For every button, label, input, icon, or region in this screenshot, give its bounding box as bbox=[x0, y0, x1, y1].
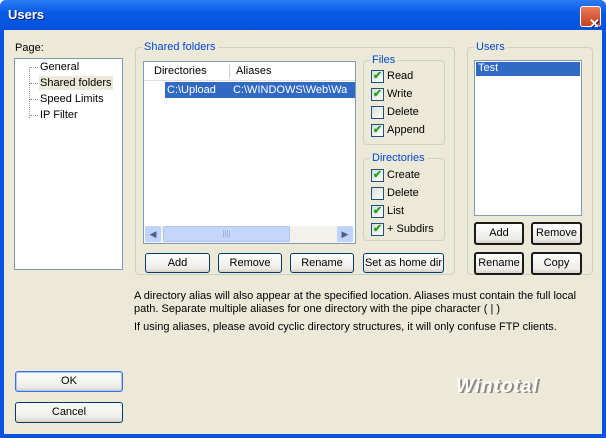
directories-checkbox-delete[interactable] bbox=[371, 187, 384, 200]
horizontal-scrollbar[interactable]: ◀ |||| ▶ bbox=[145, 226, 354, 243]
close-button[interactable]: ✕ bbox=[580, 6, 601, 31]
files-checkbox-delete[interactable] bbox=[371, 106, 384, 119]
directories-checkbox-label[interactable]: List bbox=[387, 205, 404, 217]
rename-user-button[interactable]: Rename bbox=[474, 252, 524, 275]
directory-cell: C:\Upload bbox=[167, 84, 216, 96]
rename-folder-button[interactable]: Rename bbox=[290, 253, 354, 273]
ok-button[interactable]: OK bbox=[15, 371, 123, 392]
cancel-button[interactable]: Cancel bbox=[15, 402, 123, 423]
tree-item-general[interactable]: General bbox=[39, 61, 80, 73]
add-folder-button[interactable]: Add bbox=[145, 253, 210, 273]
page-tree: General Shared folders Speed Limits IP F… bbox=[14, 58, 123, 270]
table-row[interactable]: C:\Upload C:\WINDOWS\Web\Wa bbox=[165, 82, 355, 98]
files-checkbox-label[interactable]: Delete bbox=[387, 106, 419, 118]
scroll-right-icon[interactable]: ▶ bbox=[337, 226, 353, 242]
alias-cell: C:\WINDOWS\Web\Wa bbox=[233, 84, 348, 96]
files-checkbox-label[interactable]: Write bbox=[387, 88, 412, 100]
wintotal-logo: Wintotal bbox=[456, 376, 539, 397]
column-header-aliases[interactable]: Aliases bbox=[236, 65, 271, 77]
user-item[interactable]: Test bbox=[476, 62, 580, 76]
shared-folders-title: Shared folders bbox=[142, 41, 218, 53]
users-list[interactable]: Test bbox=[474, 60, 582, 216]
shared-folders-list[interactable]: Directories Aliases C:\Upload C:\WINDOWS… bbox=[143, 61, 356, 244]
info-text-3: If using aliases, please avoid cyclic di… bbox=[134, 321, 557, 333]
info-text-2: path. Separate multiple aliases for one … bbox=[134, 303, 501, 315]
dialog-body: Page: General Shared folders Speed Limit… bbox=[4, 30, 602, 434]
files-checkbox-append[interactable]: ✔ bbox=[371, 124, 384, 137]
users-dialog: Users ✕ Page: General Shared folders Spe… bbox=[0, 0, 606, 438]
set-home-dir-button[interactable]: Set as home dir bbox=[363, 253, 444, 273]
files-checkbox-write[interactable]: ✔ bbox=[371, 88, 384, 101]
directories-title: Directories bbox=[370, 152, 427, 164]
tree-item-speed-limits[interactable]: Speed Limits bbox=[39, 93, 105, 105]
directories-checkbox-label[interactable]: Delete bbox=[387, 187, 419, 199]
column-header-directories[interactable]: Directories bbox=[154, 65, 207, 77]
page-label: Page: bbox=[15, 42, 44, 54]
remove-folder-button[interactable]: Remove bbox=[218, 253, 282, 273]
users-title: Users bbox=[474, 41, 507, 53]
remove-user-button[interactable]: Remove bbox=[531, 222, 582, 245]
files-checkbox-label[interactable]: Append bbox=[387, 124, 425, 136]
directories-checkbox-create[interactable]: ✔ bbox=[371, 169, 384, 182]
directories-checkbox-list[interactable]: ✔ bbox=[371, 205, 384, 218]
info-text-1: A directory alias will also appear at th… bbox=[134, 290, 577, 302]
copy-user-button[interactable]: Copy bbox=[531, 252, 582, 275]
add-user-button[interactable]: Add bbox=[474, 222, 524, 245]
files-title: Files bbox=[370, 54, 398, 66]
tree-item-ip-filter[interactable]: IP Filter bbox=[39, 109, 79, 121]
tree-item-shared-folders[interactable]: Shared folders bbox=[39, 76, 113, 90]
scroll-thumb[interactable]: |||| bbox=[163, 226, 290, 242]
scroll-left-icon[interactable]: ◀ bbox=[145, 226, 161, 242]
directories-checkbox-subdirs[interactable]: ✔ bbox=[371, 223, 384, 236]
directories-checkbox-label[interactable]: + Subdirs bbox=[387, 223, 434, 235]
directories-checkbox-label[interactable]: Create bbox=[387, 169, 420, 181]
title-bar: Users ✕ bbox=[0, 0, 606, 31]
files-checkbox-read[interactable]: ✔ bbox=[371, 70, 384, 83]
window-title: Users bbox=[8, 7, 45, 22]
files-checkbox-label[interactable]: Read bbox=[387, 70, 413, 82]
